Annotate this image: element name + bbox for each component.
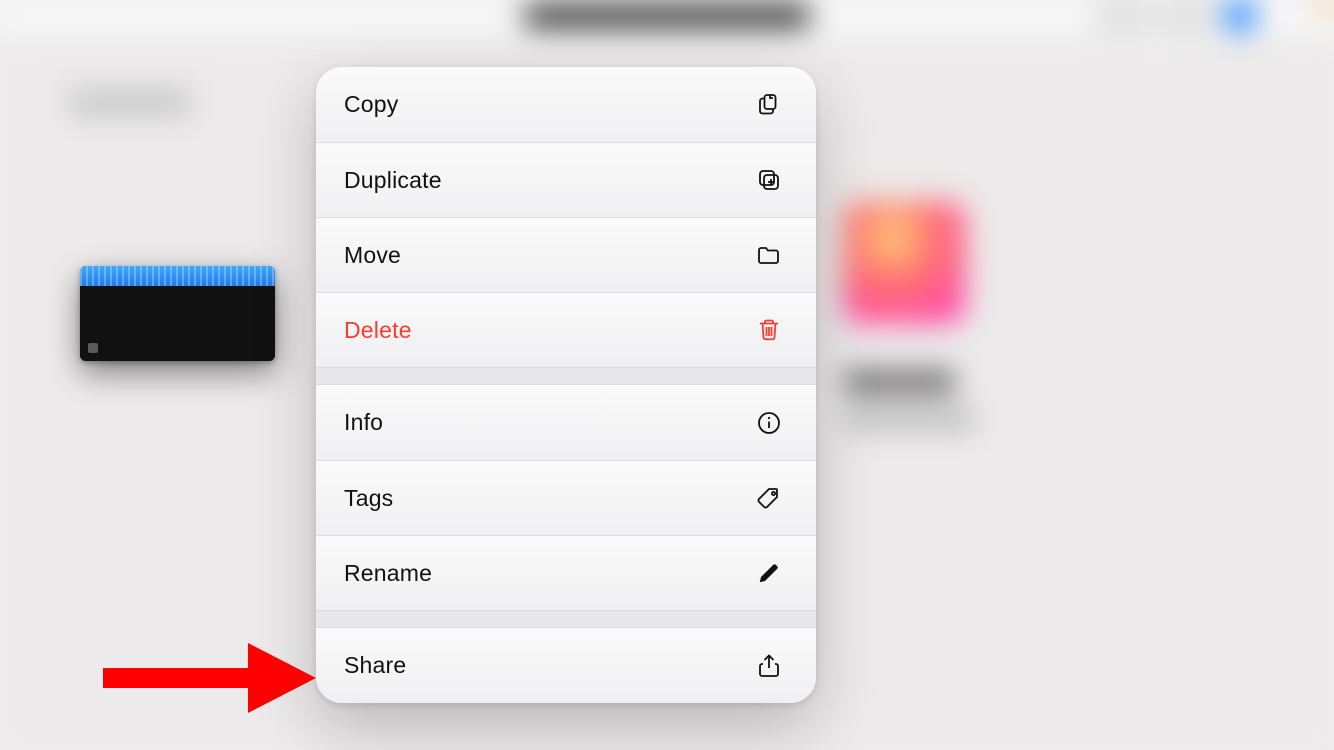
selected-file-preview[interactable] <box>80 266 275 361</box>
file-sublabel-blur <box>843 411 976 429</box>
tag-icon <box>756 485 782 511</box>
menu-item-tags[interactable]: Tags <box>316 460 816 535</box>
preview-corner-handle <box>88 343 98 353</box>
file-thumb-blur <box>843 202 965 324</box>
menu-item-move[interactable]: Move <box>316 217 816 292</box>
duplicate-icon <box>756 167 782 193</box>
menu-item-duplicate[interactable]: Duplicate <box>316 142 816 217</box>
menu-item-label: Duplicate <box>344 167 442 194</box>
menu-item-label: Copy <box>344 91 399 118</box>
menu-item-info[interactable]: Info <box>316 385 816 460</box>
file-label-blur <box>843 370 955 394</box>
menu-item-label: Delete <box>344 317 412 344</box>
menu-item-label: Move <box>344 242 401 269</box>
menu-item-label: Rename <box>344 560 432 587</box>
context-menu: Copy Duplicate Move Delete Info Tags Ren… <box>316 67 816 703</box>
menu-item-label: Tags <box>344 485 393 512</box>
menu-item-label: Info <box>344 409 383 436</box>
menu-item-share[interactable]: Share <box>316 628 816 703</box>
menu-item-label: Share <box>344 652 406 679</box>
sidebar-blur <box>68 89 190 116</box>
share-icon <box>756 653 782 679</box>
preview-body <box>80 286 275 361</box>
tab-cluster <box>1094 1 1255 32</box>
copy-icon <box>756 92 782 118</box>
page-title-blur <box>524 5 810 27</box>
menu-separator <box>316 367 816 385</box>
menu-item-delete[interactable]: Delete <box>316 292 816 367</box>
info-icon <box>756 410 782 436</box>
pencil-icon <box>756 560 782 586</box>
trash-icon <box>756 317 782 343</box>
menu-separator <box>316 610 816 628</box>
menu-item-rename[interactable]: Rename <box>316 535 816 610</box>
waveform-strip <box>80 266 275 286</box>
browser-topbar <box>0 0 1334 39</box>
folder-icon <box>756 242 782 268</box>
menu-item-copy[interactable]: Copy <box>316 67 816 142</box>
